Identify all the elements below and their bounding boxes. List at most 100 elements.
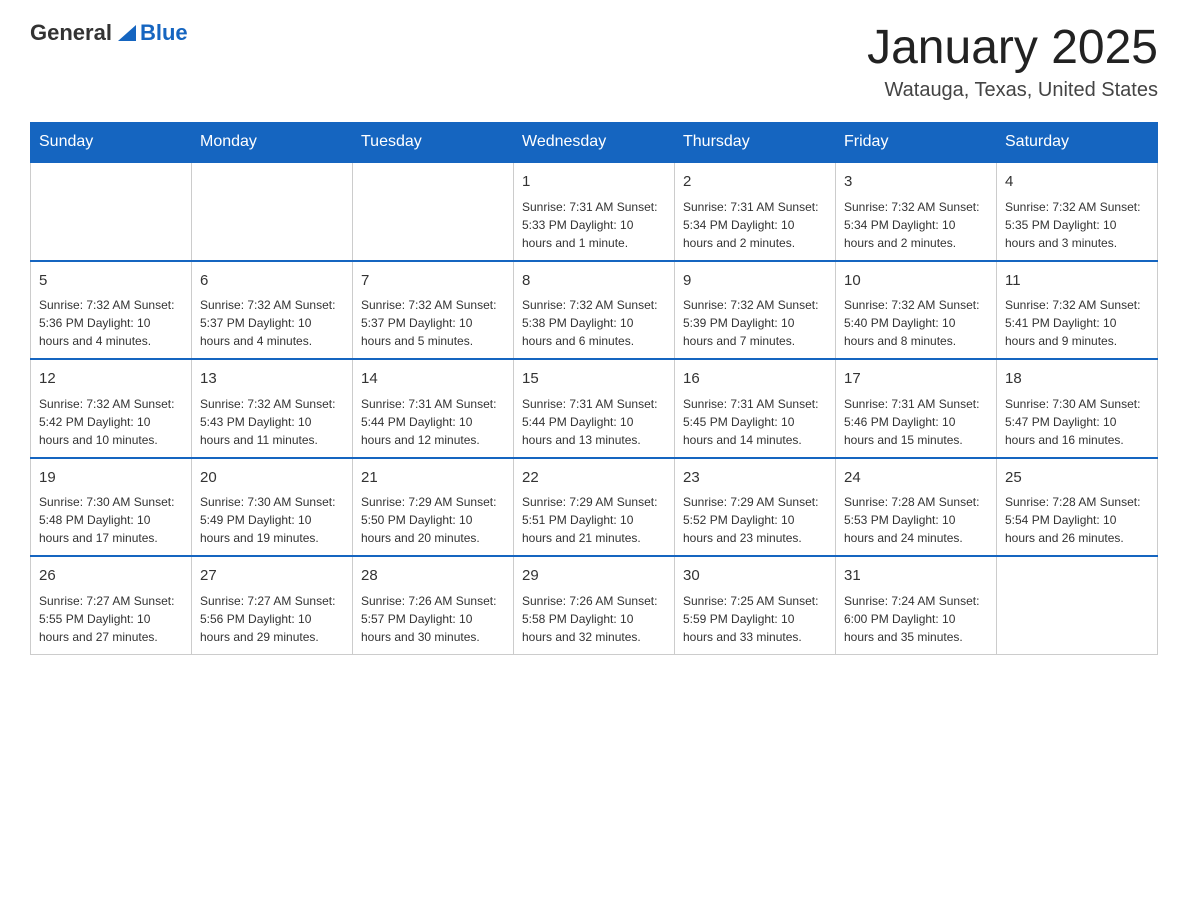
day-info: Sunrise: 7:32 AM Sunset: 5:37 PM Dayligh… xyxy=(200,296,344,350)
day-number: 4 xyxy=(1005,171,1149,194)
calendar-cell xyxy=(192,162,353,261)
calendar-cell: 10 Sunrise: 7:32 AM Sunset: 5:40 PM Dayli… xyxy=(836,261,997,360)
day-info: Sunrise: 7:32 AM Sunset: 5:41 PM Dayligh… xyxy=(1005,296,1149,350)
calendar-cell: 6 Sunrise: 7:32 AM Sunset: 5:37 PM Daylig… xyxy=(192,261,353,360)
calendar-cell: 24 Sunrise: 7:28 AM Sunset: 5:53 PM Dayli… xyxy=(836,458,997,557)
day-info: Sunrise: 7:26 AM Sunset: 5:58 PM Dayligh… xyxy=(522,592,666,646)
day-info: Sunrise: 7:32 AM Sunset: 5:37 PM Dayligh… xyxy=(361,296,505,350)
day-number: 13 xyxy=(200,368,344,391)
calendar-header-monday: Monday xyxy=(192,123,353,163)
calendar-week-5: 26 Sunrise: 7:27 AM Sunset: 5:55 PM Dayli… xyxy=(31,556,1158,654)
day-number: 16 xyxy=(683,368,827,391)
calendar-cell: 16Sunrise: 7:31 AM Sunset: 5:45 PM Dayli… xyxy=(675,359,836,458)
day-number: 15 xyxy=(522,368,666,391)
day-number: 23 xyxy=(683,467,827,490)
day-number: 20 xyxy=(200,467,344,490)
day-number: 26 xyxy=(39,565,183,588)
calendar-cell: 22Sunrise: 7:29 AM Sunset: 5:51 PM Dayli… xyxy=(514,458,675,557)
day-info: Sunrise: 7:32 AM Sunset: 5:42 PM Dayligh… xyxy=(39,395,183,449)
day-number: 19 xyxy=(39,467,183,490)
day-info: Sunrise: 7:25 AM Sunset: 5:59 PM Dayligh… xyxy=(683,592,827,646)
calendar-cell: 31 Sunrise: 7:24 AM Sunset: 6:00 PM Dayli… xyxy=(836,556,997,654)
day-info: Sunrise: 7:30 AM Sunset: 5:48 PM Dayligh… xyxy=(39,493,183,547)
month-title: January 2025 xyxy=(867,20,1158,75)
day-info: Sunrise: 7:30 AM Sunset: 5:47 PM Dayligh… xyxy=(1005,395,1149,449)
day-number: 28 xyxy=(361,565,505,588)
calendar-cell xyxy=(353,162,514,261)
title-section: January 2025 Watauga, Texas, United Stat… xyxy=(867,20,1158,102)
calendar-header-tuesday: Tuesday xyxy=(353,123,514,163)
calendar-header-saturday: Saturday xyxy=(997,123,1158,163)
calendar-cell: 8 Sunrise: 7:32 AM Sunset: 5:38 PM Daylig… xyxy=(514,261,675,360)
day-number: 5 xyxy=(39,270,183,293)
calendar-cell xyxy=(31,162,192,261)
calendar-cell: 17 Sunrise: 7:31 AM Sunset: 5:46 PM Dayli… xyxy=(836,359,997,458)
day-info: Sunrise: 7:29 AM Sunset: 5:50 PM Dayligh… xyxy=(361,493,505,547)
day-number: 6 xyxy=(200,270,344,293)
calendar-cell: 13 Sunrise: 7:32 AM Sunset: 5:43 PM Dayli… xyxy=(192,359,353,458)
calendar-cell: 19 Sunrise: 7:30 AM Sunset: 5:48 PM Dayli… xyxy=(31,458,192,557)
page-header: General Blue January 2025 Watauga, Texas… xyxy=(30,20,1158,102)
day-info: Sunrise: 7:31 AM Sunset: 5:34 PM Dayligh… xyxy=(683,198,827,252)
day-info: Sunrise: 7:30 AM Sunset: 5:49 PM Dayligh… xyxy=(200,493,344,547)
day-info: Sunrise: 7:24 AM Sunset: 6:00 PM Dayligh… xyxy=(844,592,988,646)
day-info: Sunrise: 7:28 AM Sunset: 5:54 PM Dayligh… xyxy=(1005,493,1149,547)
calendar-cell: 7 Sunrise: 7:32 AM Sunset: 5:37 PM Daylig… xyxy=(353,261,514,360)
day-number: 12 xyxy=(39,368,183,391)
day-number: 31 xyxy=(844,565,988,588)
day-info: Sunrise: 7:27 AM Sunset: 5:55 PM Dayligh… xyxy=(39,592,183,646)
location-text: Watauga, Texas, United States xyxy=(867,79,1158,102)
day-info: Sunrise: 7:32 AM Sunset: 5:39 PM Dayligh… xyxy=(683,296,827,350)
day-number: 14 xyxy=(361,368,505,391)
logo: General Blue xyxy=(30,20,188,46)
calendar-cell: 9 Sunrise: 7:32 AM Sunset: 5:39 PM Daylig… xyxy=(675,261,836,360)
day-info: Sunrise: 7:32 AM Sunset: 5:43 PM Dayligh… xyxy=(200,395,344,449)
day-info: Sunrise: 7:29 AM Sunset: 5:52 PM Dayligh… xyxy=(683,493,827,547)
calendar-cell: 30 Sunrise: 7:25 AM Sunset: 5:59 PM Dayli… xyxy=(675,556,836,654)
day-number: 27 xyxy=(200,565,344,588)
day-info: Sunrise: 7:28 AM Sunset: 5:53 PM Dayligh… xyxy=(844,493,988,547)
day-info: Sunrise: 7:32 AM Sunset: 5:34 PM Dayligh… xyxy=(844,198,988,252)
day-number: 17 xyxy=(844,368,988,391)
day-info: Sunrise: 7:29 AM Sunset: 5:51 PM Dayligh… xyxy=(522,493,666,547)
calendar-cell: 27 Sunrise: 7:27 AM Sunset: 5:56 PM Dayli… xyxy=(192,556,353,654)
calendar-cell: 12 Sunrise: 7:32 AM Sunset: 5:42 PM Dayli… xyxy=(31,359,192,458)
calendar-cell: 14Sunrise: 7:31 AM Sunset: 5:44 PM Dayli… xyxy=(353,359,514,458)
day-number: 25 xyxy=(1005,467,1149,490)
day-number: 10 xyxy=(844,270,988,293)
calendar-header-sunday: Sunday xyxy=(31,123,192,163)
day-info: Sunrise: 7:32 AM Sunset: 5:40 PM Dayligh… xyxy=(844,296,988,350)
calendar-header-friday: Friday xyxy=(836,123,997,163)
day-info: Sunrise: 7:32 AM Sunset: 5:35 PM Dayligh… xyxy=(1005,198,1149,252)
calendar-week-4: 19 Sunrise: 7:30 AM Sunset: 5:48 PM Dayli… xyxy=(31,458,1158,557)
calendar-cell: 18Sunrise: 7:30 AM Sunset: 5:47 PM Dayli… xyxy=(997,359,1158,458)
day-number: 11 xyxy=(1005,270,1149,293)
day-info: Sunrise: 7:27 AM Sunset: 5:56 PM Dayligh… xyxy=(200,592,344,646)
calendar-week-3: 12 Sunrise: 7:32 AM Sunset: 5:42 PM Dayli… xyxy=(31,359,1158,458)
logo-general-text: General xyxy=(30,20,112,46)
day-number: 8 xyxy=(522,270,666,293)
calendar-cell: 1Sunrise: 7:31 AM Sunset: 5:33 PM Daylig… xyxy=(514,162,675,261)
logo-blue-text: Blue xyxy=(140,20,188,46)
calendar-cell: 23 Sunrise: 7:29 AM Sunset: 5:52 PM Dayli… xyxy=(675,458,836,557)
day-info: Sunrise: 7:32 AM Sunset: 5:36 PM Dayligh… xyxy=(39,296,183,350)
calendar-cell: 3Sunrise: 7:32 AM Sunset: 5:34 PM Daylig… xyxy=(836,162,997,261)
day-number: 2 xyxy=(683,171,827,194)
day-number: 21 xyxy=(361,467,505,490)
day-number: 9 xyxy=(683,270,827,293)
calendar-cell: 26 Sunrise: 7:27 AM Sunset: 5:55 PM Dayli… xyxy=(31,556,192,654)
calendar-cell: 21 Sunrise: 7:29 AM Sunset: 5:50 PM Dayli… xyxy=(353,458,514,557)
calendar-header-thursday: Thursday xyxy=(675,123,836,163)
calendar-header-row: SundayMondayTuesdayWednesdayThursdayFrid… xyxy=(31,123,1158,163)
day-info: Sunrise: 7:32 AM Sunset: 5:38 PM Dayligh… xyxy=(522,296,666,350)
calendar-cell: 29Sunrise: 7:26 AM Sunset: 5:58 PM Dayli… xyxy=(514,556,675,654)
day-number: 24 xyxy=(844,467,988,490)
day-info: Sunrise: 7:31 AM Sunset: 5:46 PM Dayligh… xyxy=(844,395,988,449)
day-number: 7 xyxy=(361,270,505,293)
day-number: 30 xyxy=(683,565,827,588)
day-info: Sunrise: 7:31 AM Sunset: 5:44 PM Dayligh… xyxy=(522,395,666,449)
calendar-cell: 25 Sunrise: 7:28 AM Sunset: 5:54 PM Dayli… xyxy=(997,458,1158,557)
day-number: 1 xyxy=(522,171,666,194)
calendar-cell: 11 Sunrise: 7:32 AM Sunset: 5:41 PM Dayli… xyxy=(997,261,1158,360)
day-info: Sunrise: 7:26 AM Sunset: 5:57 PM Dayligh… xyxy=(361,592,505,646)
